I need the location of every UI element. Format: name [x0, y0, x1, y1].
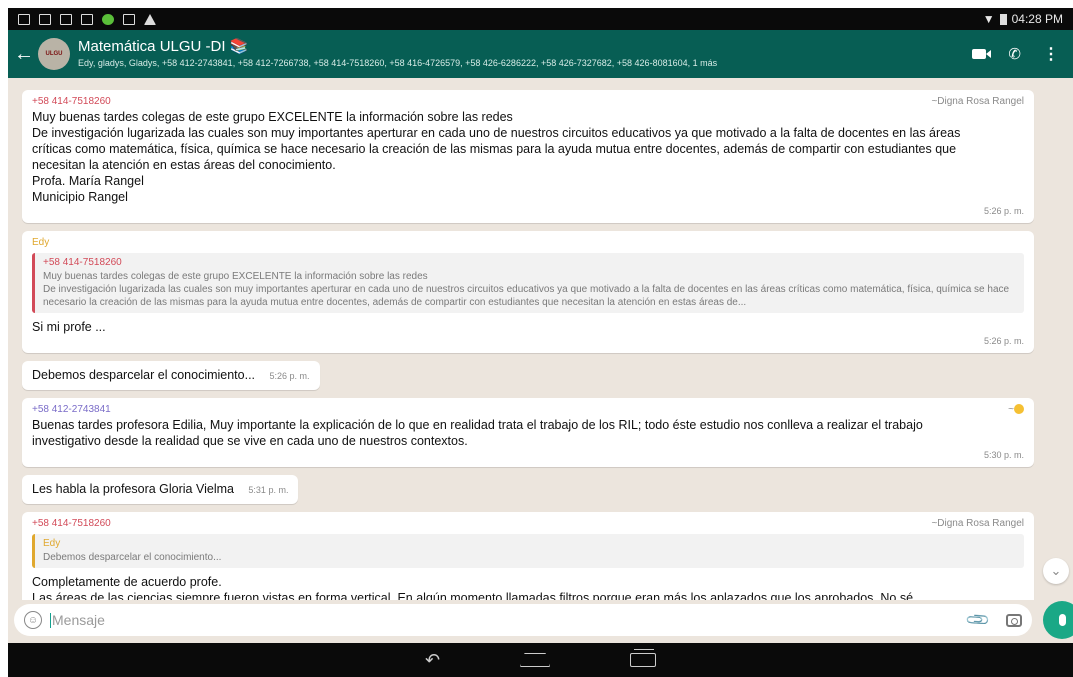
message-text: Muy buenas tardes colegas de este grupo …	[32, 110, 961, 204]
battery-icon	[999, 13, 1007, 25]
sender-push-name: ~Digna Rosa Rangel	[931, 518, 1024, 529]
mail-icon-2	[123, 13, 135, 25]
status-bar: ▼ 04:28 PM	[8, 8, 1073, 30]
message-input-bar: ☺ Mensaje 📎	[14, 604, 1032, 636]
quoted-sender: +58 414-7518260	[43, 257, 122, 268]
group-title: Matemática ULGU -DI 📚	[78, 38, 249, 55]
sender-name[interactable]: Edy	[32, 236, 49, 250]
message-time: 5:26 p. m.	[983, 206, 1024, 216]
message-bubble[interactable]: +58 414-7518260 ~Digna Rosa Rangel Muy b…	[22, 90, 1034, 223]
notification-icons	[18, 13, 156, 25]
phone-call-icon[interactable]: ✆	[1008, 45, 1021, 63]
quoted-message[interactable]: +58 414-7518260 Muy buenas tardes colega…	[32, 253, 1024, 313]
clock: 04:28 PM	[1011, 12, 1063, 26]
quoted-text: Debemos desparcelar el conocimiento...	[43, 552, 222, 563]
camera-icon[interactable]	[1006, 613, 1022, 627]
message-bubble[interactable]: +58 414-7518260 ~Digna Rosa Rangel Edy D…	[22, 512, 1034, 600]
app-notification-icon	[102, 13, 114, 25]
message-header: +58 412-2743841 ~	[32, 403, 1024, 417]
smiley-emoji-icon	[1014, 404, 1024, 415]
emoji-icon[interactable]: ☺	[24, 611, 42, 629]
sender-push-name: ~Digna Rosa Rangel	[931, 96, 1024, 107]
chat-messages[interactable]: +58 414-7518260 ~Digna Rosa Rangel Muy b…	[8, 78, 1073, 600]
nav-back-icon[interactable]: ↶	[425, 650, 440, 671]
screenshot-icon	[18, 13, 30, 25]
message-text: Debemos desparcelar el conocimiento...	[32, 368, 256, 382]
microphone-button[interactable]	[1043, 601, 1073, 639]
message-bubble[interactable]: Les habla la profesora Gloria Vielma 5:3…	[22, 475, 299, 504]
sender-phone[interactable]: +58 414-7518260	[32, 95, 111, 109]
group-avatar[interactable]: ULGU	[38, 38, 70, 70]
gallery-icon	[60, 13, 72, 25]
group-info[interactable]: Matemática ULGU -DI 📚 Edy, gladys, Glady…	[78, 38, 972, 70]
quoted-message[interactable]: Edy Debemos desparcelar el conocimiento.…	[32, 534, 1024, 568]
wifi-icon: ▼	[982, 12, 995, 26]
message-text: Completamente de acuerdo profe. Las área…	[32, 575, 914, 600]
message-time: 5:26 p. m.	[269, 371, 310, 381]
message-bubble[interactable]: +58 412-2743841 ~ Buenas tardes profesor…	[22, 398, 1034, 467]
nav-home-icon[interactable]	[520, 653, 551, 667]
send-icon	[144, 13, 156, 25]
sender-phone[interactable]: +58 414-7518260	[32, 517, 111, 531]
quoted-text: Muy buenas tardes colegas de este grupo …	[43, 271, 1010, 308]
message-text: Buenas tardes profesora Edilia, Muy impo…	[32, 418, 923, 448]
group-members: Edy, gladys, Gladys, +58 412-2743841, +5…	[78, 58, 718, 68]
scroll-down-icon[interactable]: ⌄	[1043, 558, 1069, 584]
attach-icon[interactable]: 📎	[964, 606, 992, 634]
message-bubble[interactable]: Debemos desparcelar el conocimiento... 5…	[22, 361, 320, 390]
back-arrow-icon[interactable]: ←	[12, 43, 36, 66]
message-header: Edy	[32, 236, 1024, 250]
avatar-text: ULGU	[45, 51, 63, 57]
system-nav-bar: ↶	[8, 643, 1073, 677]
sender-push-name: ~	[1008, 403, 1024, 417]
app-bar: ← ULGU Matemática ULGU -DI 📚 Edy, gladys…	[8, 30, 1073, 78]
system-indicators: ▼ 04:28 PM	[983, 12, 1063, 26]
header-actions: ✆ ⋮	[972, 44, 1059, 64]
usb-icon	[39, 13, 51, 25]
screen: ▼ 04:28 PM ← ULGU Matemática ULGU -DI 📚 …	[8, 8, 1073, 677]
quoted-sender: Edy	[43, 538, 61, 549]
message-text: Les habla la profesora Gloria Vielma	[32, 482, 234, 496]
sender-phone[interactable]: +58 412-2743841	[32, 403, 111, 417]
message-time: 5:30 p. m.	[983, 450, 1024, 460]
message-time: 5:26 p. m.	[983, 336, 1024, 346]
message-bubble[interactable]: Edy +58 414-7518260 Muy buenas tardes co…	[22, 231, 1034, 353]
message-input[interactable]: Mensaje	[50, 612, 968, 629]
message-header: +58 414-7518260 ~Digna Rosa Rangel	[32, 95, 1024, 109]
mail-icon	[81, 13, 93, 25]
more-options-icon[interactable]: ⋮	[1043, 44, 1059, 64]
video-call-icon[interactable]	[972, 49, 992, 59]
nav-recents-icon[interactable]	[630, 649, 657, 667]
composer: ☺ Mensaje 📎	[8, 600, 1073, 642]
microphone-icon	[1058, 614, 1066, 626]
message-time: 5:31 p. m.	[248, 485, 289, 495]
message-header: +58 414-7518260 ~Digna Rosa Rangel	[32, 517, 1024, 531]
message-text: Si mi profe ...	[32, 320, 106, 334]
